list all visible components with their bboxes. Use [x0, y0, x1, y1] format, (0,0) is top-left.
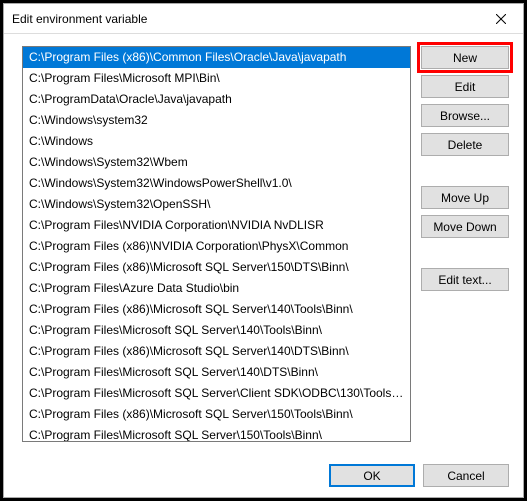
list-item[interactable]: C:\Program Files (x86)\Microsoft SQL Ser… [23, 257, 410, 278]
list-item[interactable]: C:\Program Files (x86)\Microsoft SQL Ser… [23, 299, 410, 320]
edit-button[interactable]: Edit [421, 75, 509, 98]
dialog-window: Edit environment variable C:\Program Fil… [3, 3, 524, 498]
main-row: C:\Program Files (x86)\Common Files\Orac… [22, 46, 509, 448]
ok-button[interactable]: OK [329, 464, 415, 487]
new-button[interactable]: New [421, 46, 509, 69]
close-icon [496, 14, 506, 24]
list-item[interactable]: C:\Program Files\Microsoft SQL Server\14… [23, 362, 410, 383]
list-item[interactable]: C:\Windows\System32\WindowsPowerShell\v1… [23, 173, 410, 194]
list-item[interactable]: C:\Program Files (x86)\Microsoft SQL Ser… [23, 341, 410, 362]
screenshot-frame: Edit environment variable C:\Program Fil… [0, 0, 527, 501]
list-item[interactable]: C:\Program Files\Azure Data Studio\bin [23, 278, 410, 299]
list-item[interactable]: C:\Program Files (x86)\NVIDIA Corporatio… [23, 236, 410, 257]
bottom-button-row: OK Cancel [22, 448, 509, 487]
list-item[interactable]: C:\Program Files\Microsoft SQL Server\Cl… [23, 383, 410, 404]
cancel-button[interactable]: Cancel [423, 464, 509, 487]
list-item[interactable]: C:\Windows\system32 [23, 110, 410, 131]
list-item[interactable]: C:\Windows\System32\Wbem [23, 152, 410, 173]
list-item[interactable]: C:\Program Files (x86)\Common Files\Orac… [23, 47, 410, 68]
list-item[interactable]: C:\Program Files (x86)\Microsoft SQL Ser… [23, 404, 410, 425]
close-button[interactable] [478, 4, 523, 34]
side-button-column: New Edit Browse... Delete Move Up Move D… [421, 46, 509, 448]
list-item[interactable]: C:\Program Files\Microsoft MPI\Bin\ [23, 68, 410, 89]
dialog-content: C:\Program Files (x86)\Common Files\Orac… [4, 34, 523, 497]
window-title: Edit environment variable [12, 12, 478, 26]
move-down-button[interactable]: Move Down [421, 215, 509, 238]
list-item[interactable]: C:\ProgramData\Oracle\Java\javapath [23, 89, 410, 110]
browse-button[interactable]: Browse... [421, 104, 509, 127]
titlebar: Edit environment variable [4, 4, 523, 34]
list-item[interactable]: C:\Windows\System32\OpenSSH\ [23, 194, 410, 215]
path-listbox[interactable]: C:\Program Files (x86)\Common Files\Orac… [22, 46, 411, 442]
list-item[interactable]: C:\Windows [23, 131, 410, 152]
edit-text-button[interactable]: Edit text... [421, 268, 509, 291]
list-item[interactable]: C:\Program Files\Microsoft SQL Server\14… [23, 320, 410, 341]
list-item[interactable]: C:\Program Files\NVIDIA Corporation\NVID… [23, 215, 410, 236]
list-item[interactable]: C:\Program Files\Microsoft SQL Server\15… [23, 425, 410, 442]
button-gap [421, 244, 509, 262]
delete-button[interactable]: Delete [421, 133, 509, 156]
button-gap [421, 162, 509, 180]
move-up-button[interactable]: Move Up [421, 186, 509, 209]
